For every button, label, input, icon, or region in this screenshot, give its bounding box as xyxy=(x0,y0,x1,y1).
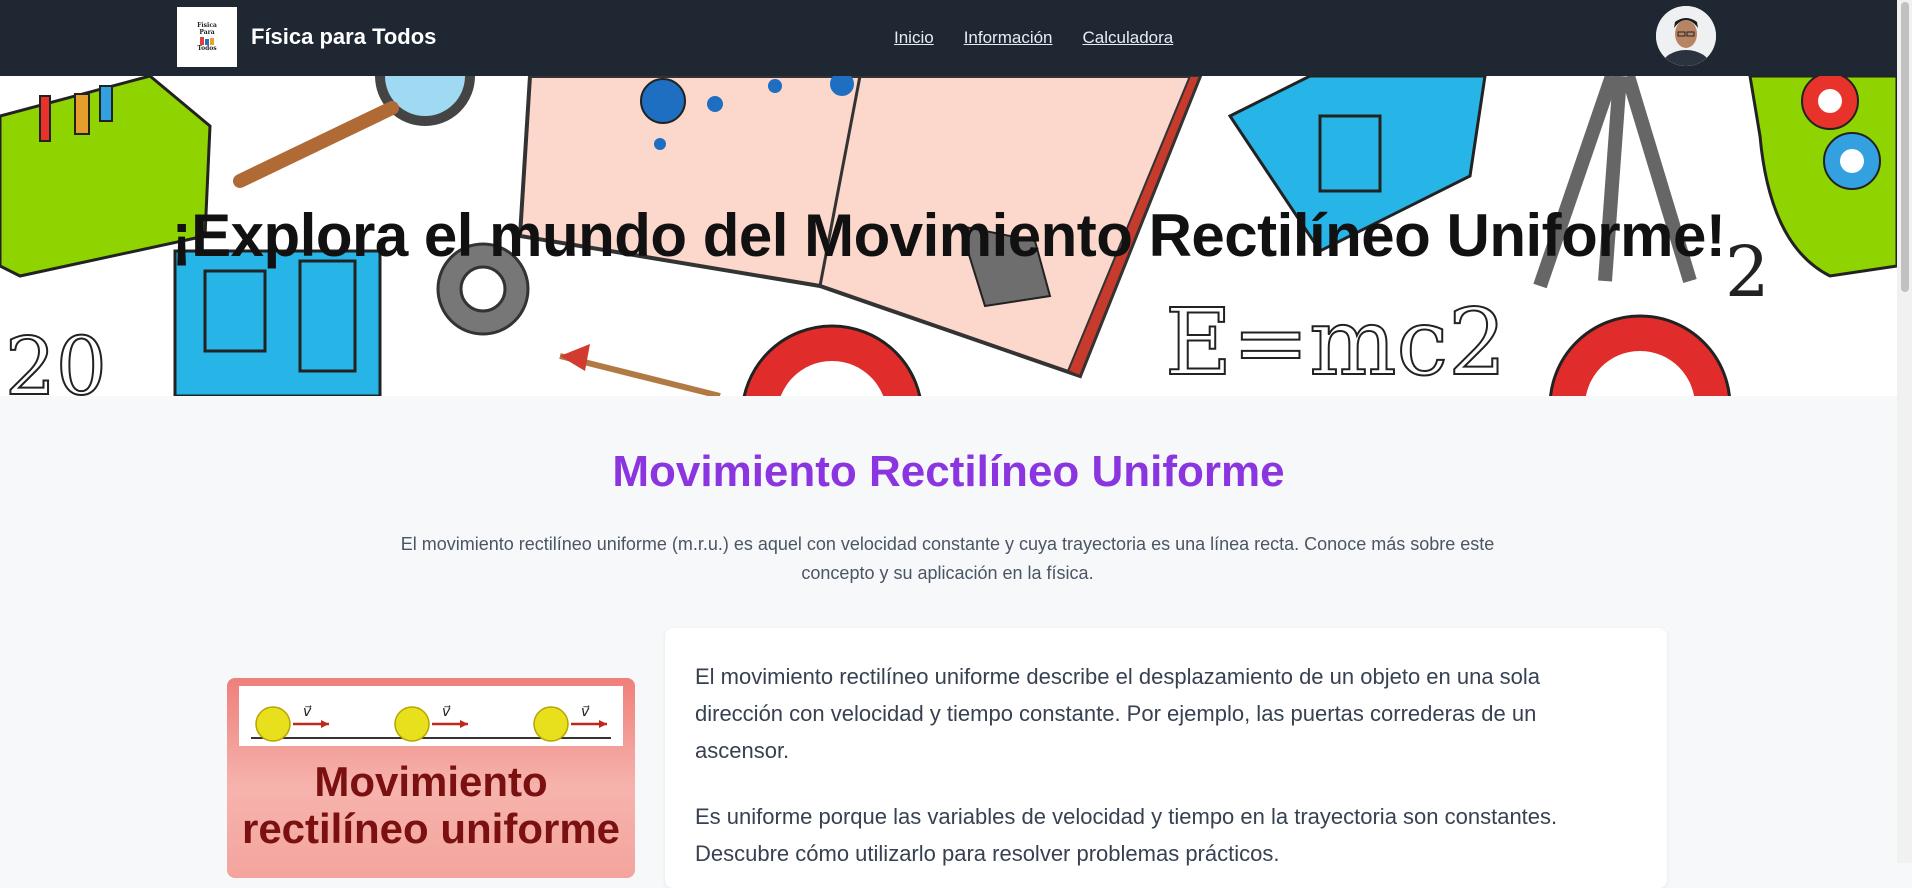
hero-title: ¡Explora el mundo del Movimiento Rectilí… xyxy=(171,202,1726,269)
section-title: Movimiento Rectilíneo Uniforme xyxy=(612,447,1285,496)
mru-illustration: v⃗ v⃗ v⃗ Movimiento rectilíneo uniforme xyxy=(227,678,635,878)
brand-name[interactable]: Física para Todos xyxy=(251,24,436,50)
user-avatar-icon xyxy=(1656,6,1716,66)
navbar: Física Para Todos Física para Todos Inic… xyxy=(0,0,1897,76)
nav-links: Inicio Información Calculadora xyxy=(894,28,1173,48)
illustration-caption: Movimiento rectilíneo uniforme xyxy=(227,758,635,852)
vector-label-2: v⃗ xyxy=(442,703,451,719)
info-card: El movimiento rectilíneo uniforme descri… xyxy=(665,628,1667,888)
doodle-formula: E=mc2 xyxy=(1165,289,1507,396)
info-paragraph-1: El movimiento rectilíneo uniforme descri… xyxy=(695,664,1541,763)
books-icon xyxy=(200,37,214,45)
moving-balls-icon: v⃗ v⃗ v⃗ xyxy=(251,703,611,742)
illustration-strip: v⃗ v⃗ v⃗ xyxy=(239,686,623,746)
logo-line-2: Para xyxy=(199,29,215,36)
logo-line-3: Todos xyxy=(197,45,217,52)
nav-link-calculadora[interactable]: Calculadora xyxy=(1083,28,1174,48)
logo-line-1: Física xyxy=(197,22,217,29)
section-description: El movimiento rectilíneo uniforme (m.r.u… xyxy=(400,534,1495,583)
illustration-caption-line2: rectilíneo uniforme xyxy=(241,805,621,852)
scrollbar-thumb[interactable] xyxy=(1901,2,1909,292)
doodle-number-20: 20 xyxy=(5,320,107,396)
user-avatar[interactable] xyxy=(1656,6,1716,66)
nav-link-informacion[interactable]: Información xyxy=(964,28,1053,48)
hero-banner: 20 2 E=mc2 ¡Explora el mundo del Movimie… xyxy=(0,76,1897,396)
site-logo[interactable]: Física Para Todos xyxy=(177,7,237,67)
nav-link-inicio[interactable]: Inicio xyxy=(894,28,934,48)
info-paragraph-2: Es uniforme porque las variables de velo… xyxy=(695,804,1558,866)
illustration-caption-line1: Movimiento xyxy=(314,758,548,805)
vector-label-3: v⃗ xyxy=(581,703,590,719)
vector-label-1: v⃗ xyxy=(303,703,312,719)
